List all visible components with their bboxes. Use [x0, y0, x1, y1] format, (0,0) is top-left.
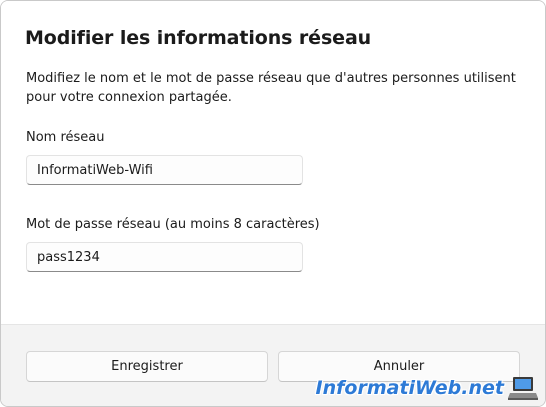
edit-network-dialog: Modifier les informations réseau Modifie… — [0, 0, 546, 407]
network-name-label: Nom réseau — [26, 130, 105, 145]
laptop-icon — [508, 375, 538, 401]
network-name-value: InformatiWeb-Wifi — [37, 163, 153, 178]
dialog-title: Modifier les informations réseau — [25, 27, 372, 49]
network-name-input[interactable]: InformatiWeb-Wifi — [26, 155, 303, 185]
network-password-value: pass1234 — [37, 250, 100, 265]
dialog-description: Modifiez le nom et le mot de passe résea… — [26, 71, 516, 105]
dialog-content: Modifier les informations réseau Modifie… — [1, 1, 545, 324]
network-password-label: Mot de passe réseau (au moins 8 caractèr… — [26, 217, 320, 232]
watermark-text: InformatiWeb.net — [315, 377, 504, 399]
network-password-input[interactable]: pass1234 — [26, 242, 303, 272]
save-button[interactable]: Enregistrer — [26, 351, 268, 382]
watermark: InformatiWeb.net — [316, 373, 538, 403]
